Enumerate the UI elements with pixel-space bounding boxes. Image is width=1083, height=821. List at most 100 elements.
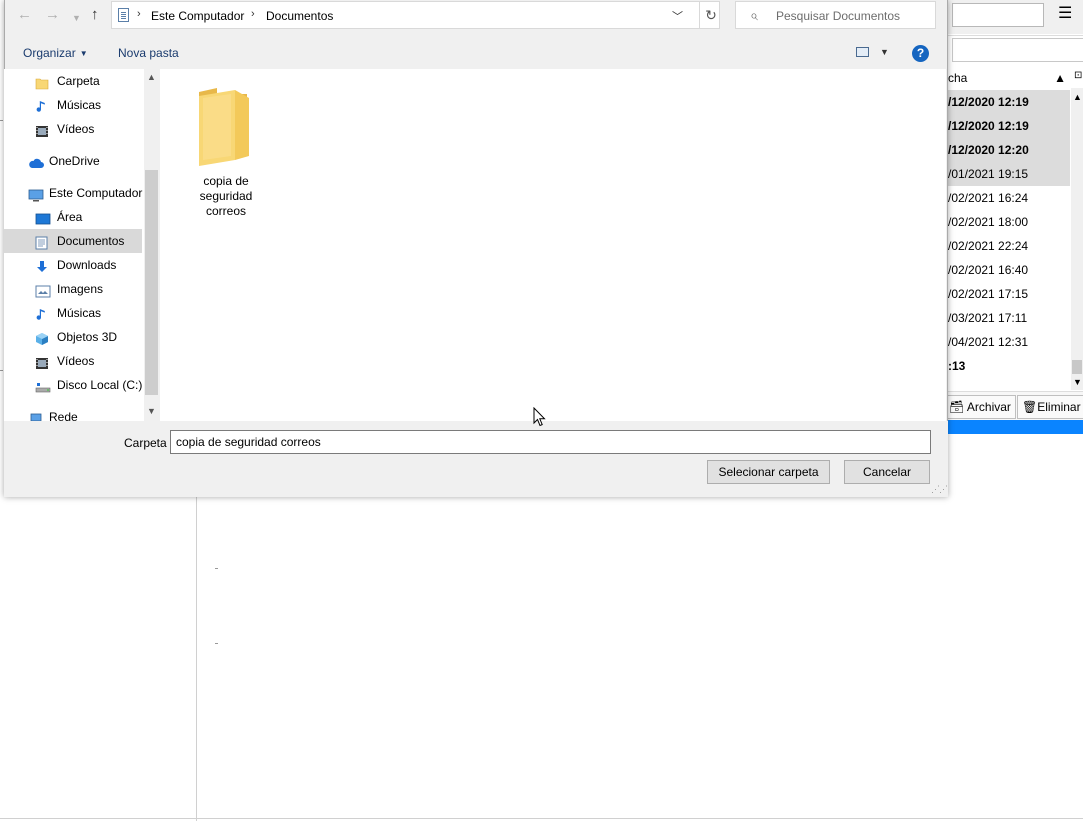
nav-item-vídeos[interactable]: Vídeos: [4, 117, 142, 141]
new-folder-button[interactable]: Nova pasta: [118, 46, 179, 60]
folder-icon: [35, 74, 49, 90]
message-row-date[interactable]: /12/2020 12:19: [948, 114, 1070, 138]
navigation-pane: Carpeta Músicas Vídeos OneDrive Este Computa…: [4, 69, 159, 421]
folder-name-input[interactable]: [170, 430, 931, 454]
delete-button-label: Eliminar: [1037, 400, 1081, 414]
background-search-input[interactable]: [952, 3, 1044, 27]
message-row-date[interactable]: /02/2021 16:24: [948, 186, 1070, 210]
organize-label: Organizar: [23, 46, 76, 60]
background-bottom-divider: [0, 818, 1083, 819]
folder-field-label: Carpeta: [124, 436, 167, 450]
scroll-down-icon[interactable]: ▼: [1073, 377, 1082, 387]
folder-content-area[interactable]: [160, 69, 946, 421]
nav-item-downloads[interactable]: Downloads: [4, 253, 142, 277]
nav-item-label: Área: [57, 210, 83, 224]
resize-grip-icon[interactable]: ⋰⋰: [931, 484, 948, 495]
message-row-date[interactable]: /03/2021 17:11: [948, 306, 1070, 330]
background-panel-divider: [196, 497, 197, 821]
background-mark: [215, 643, 218, 644]
message-row-date[interactable]: /12/2020 12:19: [948, 90, 1070, 114]
nav-item-imagens[interactable]: Imagens: [4, 277, 142, 301]
nav-item-label: Músicas: [57, 98, 102, 112]
background-mark: [0, 120, 3, 121]
message-row-date[interactable]: /02/2021 16:40: [948, 258, 1070, 282]
nav-item-label: Disco Local (C:): [57, 378, 143, 392]
column-picker-icon[interactable]: ⊡: [1074, 70, 1082, 81]
background-scroll-thumb[interactable]: [1072, 360, 1082, 374]
select-folder-button[interactable]: Selecionar carpeta: [707, 460, 830, 484]
scroll-up-icon[interactable]: ▲: [1073, 92, 1082, 102]
nav-item-carpeta[interactable]: Carpeta: [4, 69, 142, 93]
menu-icon[interactable]: ☰: [1058, 6, 1072, 22]
address-dropdown-icon[interactable]: ﹀: [672, 8, 683, 24]
recent-locations-icon[interactable]: ▼: [72, 9, 81, 27]
nav-item-label: Rede: [49, 410, 78, 421]
refresh-icon[interactable]: ↻: [699, 2, 722, 28]
view-options-icon[interactable]: [856, 47, 869, 57]
address-bar[interactable]: › Este Computador › Documentos ﹀ ↻: [111, 1, 720, 29]
date-column-header[interactable]: cha ▲: [948, 68, 1070, 88]
background-mark: [215, 568, 218, 569]
cancel-button[interactable]: Cancelar: [844, 460, 930, 484]
background-scrollbar[interactable]: [1071, 88, 1083, 390]
back-arrow-icon[interactable]: ←: [17, 6, 32, 24]
breadcrumb-separator-icon: ›: [251, 8, 255, 20]
nav-item-rede[interactable]: Rede: [4, 405, 142, 421]
image-icon: [35, 282, 51, 298]
up-arrow-icon[interactable]: ↑: [91, 6, 99, 24]
breadcrumb-documentos[interactable]: Documentos: [266, 9, 333, 23]
message-row-date[interactable]: /02/2021 22:24: [948, 234, 1070, 258]
archive-button[interactable]: 🗃 Archivar: [944, 395, 1016, 419]
video-icon: [35, 354, 49, 369]
nav-item-objetos-3d[interactable]: Objetos 3D: [4, 325, 142, 349]
background-filter-input[interactable]: [952, 38, 1083, 62]
document-icon: [118, 8, 129, 22]
nav-item-músicas[interactable]: Músicas: [4, 301, 142, 325]
delete-button[interactable]: 🗑Eliminar: [1017, 395, 1083, 419]
nav-item-músicas[interactable]: Músicas: [4, 93, 142, 117]
forward-arrow-icon[interactable]: →: [45, 6, 60, 24]
chevron-down-icon[interactable]: ▼: [880, 47, 889, 57]
nav-item-label: Documentos: [57, 234, 125, 248]
nav-item-label: Objetos 3D: [57, 330, 118, 344]
background-mark: [0, 370, 3, 371]
message-row-date[interactable]: /02/2021 17:15: [948, 282, 1070, 306]
nav-item-este-computador[interactable]: Este Computador: [4, 181, 142, 205]
video-icon: [35, 122, 49, 137]
trash-icon: 🗑: [1022, 400, 1038, 414]
music-icon: [35, 98, 49, 112]
folder-icon[interactable]: [195, 86, 255, 166]
organize-menu-button[interactable]: Organizar ▼: [23, 46, 88, 60]
cloud-icon: [28, 154, 44, 168]
nav-item-label: Este Computador: [49, 186, 143, 200]
music-icon: [35, 306, 49, 320]
search-icon: ⌕: [750, 7, 758, 23]
background-accent-bar: [948, 420, 1083, 434]
message-row-date[interactable]: /04/2021 12:31: [948, 330, 1070, 354]
scroll-up-icon[interactable]: ▲: [147, 72, 156, 82]
message-row-date[interactable]: :13: [948, 354, 1070, 378]
nav-item-documentos[interactable]: Documentos: [4, 229, 142, 253]
help-icon[interactable]: ?: [912, 45, 929, 62]
message-row-date[interactable]: /01/2021 19:15: [948, 162, 1070, 186]
nav-item-label: OneDrive: [49, 154, 100, 168]
search-input[interactable]: ⌕ Pesquisar Documentos: [735, 1, 936, 29]
search-placeholder: Pesquisar Documentos: [776, 9, 901, 23]
nav-item-área[interactable]: Área: [4, 205, 142, 229]
breadcrumb-este-computador[interactable]: Este Computador: [151, 9, 244, 23]
computer-icon: [28, 186, 44, 202]
folder-item-label[interactable]: copia de seguridad correos: [186, 174, 266, 219]
navigation-pane-scroll-thumb[interactable]: [145, 170, 158, 395]
cube-icon: [35, 330, 49, 345]
nav-item-onedrive[interactable]: OneDrive: [4, 149, 142, 173]
message-row-date[interactable]: /12/2020 12:20: [948, 138, 1070, 162]
document-icon: [35, 234, 49, 250]
nav-item-label: Músicas: [57, 306, 102, 320]
date-column-label: cha: [948, 71, 968, 85]
scroll-down-icon[interactable]: ▼: [147, 406, 156, 416]
nav-item-label: Downloads: [57, 258, 117, 272]
nav-item-vídeos[interactable]: Vídeos: [4, 349, 142, 373]
nav-item-disco-local-c[interactable]: Disco Local (C:): [4, 373, 142, 397]
network-icon: [28, 410, 42, 421]
message-row-date[interactable]: /02/2021 18:00: [948, 210, 1070, 234]
